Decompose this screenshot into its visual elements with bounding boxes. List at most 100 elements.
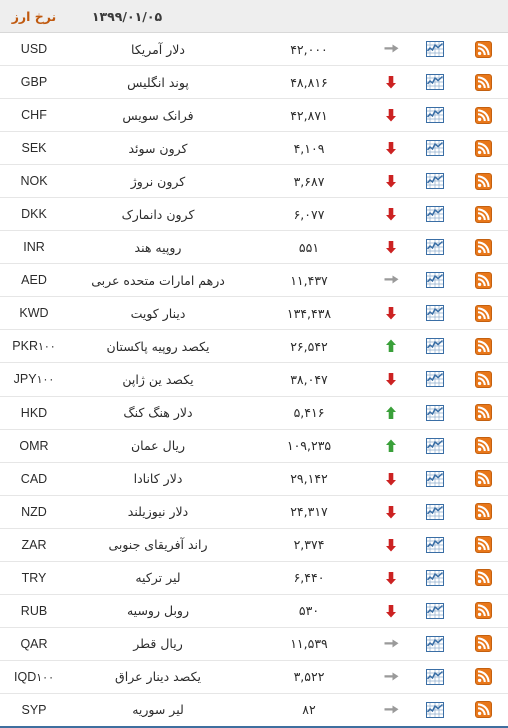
rss-feed-icon[interactable]	[458, 370, 508, 388]
price-chart-icon[interactable]	[412, 470, 458, 487]
currency-name: پوند انگلیس	[127, 74, 189, 90]
currency-code: SYP	[21, 702, 47, 717]
price-chart-icon[interactable]	[412, 74, 458, 91]
currency-code: QAR	[20, 636, 48, 651]
rss-feed-icon[interactable]	[458, 602, 508, 620]
rss-feed-icon[interactable]	[458, 304, 508, 322]
arrow-down-icon	[370, 75, 412, 89]
currency-code: CAD	[20, 471, 48, 486]
arrow-right-icon	[370, 43, 412, 55]
price-chart-icon[interactable]	[412, 338, 458, 355]
rss-feed-icon[interactable]	[458, 106, 508, 124]
price-chart-icon[interactable]	[412, 701, 458, 718]
price-chart-icon[interactable]	[412, 272, 458, 289]
price-chart-icon[interactable]	[412, 305, 458, 322]
table-row[interactable]: GBP پوند انگلیس ۴۸,۸۱۶	[0, 66, 508, 100]
rss-feed-icon[interactable]	[458, 503, 508, 521]
rss-feed-icon[interactable]	[458, 139, 508, 157]
currency-name: روبل روسیه	[126, 603, 189, 619]
price-chart-icon[interactable]	[412, 503, 458, 520]
currency-code: DKK	[21, 207, 47, 222]
rss-feed-icon[interactable]	[458, 40, 508, 58]
table-row[interactable]: QAR ریال قطر ۱۱,۵۳۹	[0, 628, 508, 661]
currency-name: ریال قطر	[133, 636, 183, 652]
price-chart-icon[interactable]	[412, 437, 458, 454]
currency-price: ۴۸,۸۱۶	[290, 74, 328, 90]
table-row[interactable]: PKR۱۰۰ یکصد روپیه پاکستان ۲۶,۵۴۲	[0, 330, 508, 364]
table-row[interactable]: TRY لیر ترکیه ۶,۴۴۰	[0, 562, 508, 595]
price-chart-icon[interactable]	[412, 107, 458, 124]
currency-name: روپیه هند	[134, 239, 182, 255]
currency-code: NOK	[20, 174, 48, 189]
rss-feed-icon[interactable]	[458, 470, 508, 488]
currency-code: GBP	[20, 75, 48, 90]
currency-name: راند آفریقای جنوبی	[108, 537, 208, 553]
currency-name: کرون سوئد	[128, 140, 188, 156]
price-chart-icon[interactable]	[412, 602, 458, 619]
price-chart-icon[interactable]	[412, 41, 458, 58]
rss-feed-icon[interactable]	[458, 404, 508, 422]
arrow-down-icon	[370, 174, 412, 188]
table-row[interactable]: HKD دلار هنگ کنگ ۵,۴۱۶	[0, 397, 508, 430]
rss-feed-icon[interactable]	[458, 437, 508, 455]
rss-feed-icon[interactable]	[458, 635, 508, 653]
price-chart-icon[interactable]	[412, 140, 458, 157]
rss-feed-icon[interactable]	[458, 536, 508, 554]
rss-feed-icon[interactable]	[458, 271, 508, 289]
currency-name: دلار نیوزیلند	[127, 504, 189, 520]
currency-code: JPY۱۰۰	[13, 372, 55, 387]
rss-feed-icon[interactable]	[458, 172, 508, 190]
table-row[interactable]: CAD دلار کانادا ۲۹,۱۴۲	[0, 463, 508, 496]
currency-price: ۳۸,۰۴۷	[290, 371, 328, 387]
table-row[interactable]: NOK کرون نروژ ۳,۶۸۷	[0, 165, 508, 199]
rss-feed-icon[interactable]	[458, 73, 508, 91]
table-row[interactable]: ZAR راند آفریقای جنوبی ۲,۳۷۴	[0, 529, 508, 562]
table-row[interactable]: JPY۱۰۰ یکصد ین ژاپن ۳۸,۰۴۷	[0, 363, 508, 397]
table-row[interactable]: CHF فرانک سویس ۴۲,۸۷۱	[0, 99, 508, 133]
currency-price: ۴۲,۸۷۱	[290, 107, 328, 123]
table-row[interactable]: USD دلار آمریکا ۴۲,۰۰۰	[0, 33, 508, 67]
currency-price: ۶,۴۴۰	[293, 570, 325, 586]
table-row[interactable]: SEK کرون سوئد ۴,۱۰۹	[0, 132, 508, 166]
table-row[interactable]: AED درهم امارات متحده عربی ۱۱,۴۳۷	[0, 264, 508, 298]
rss-feed-icon[interactable]	[458, 701, 508, 719]
price-chart-icon[interactable]	[412, 239, 458, 256]
currency-price: ۱۳۴,۴۳۸	[286, 305, 332, 321]
exchange-rates-panel: نرخ ارز ۱۳۹۹/۰۱/۰۵ USD دلار آمریکا ۴۲,۰۰۰ G…	[0, 0, 508, 728]
currency-price: ۸۲	[302, 702, 316, 718]
rss-feed-icon[interactable]	[458, 205, 508, 223]
currency-name: یکصد روپیه پاکستان	[106, 338, 210, 354]
rss-feed-icon[interactable]	[458, 337, 508, 355]
currency-name: کرون نروژ	[130, 173, 186, 189]
currency-name: یکصد دینار عراق	[115, 669, 201, 685]
price-chart-icon[interactable]	[412, 569, 458, 586]
currency-price: ۶,۰۷۷	[293, 206, 325, 222]
price-chart-icon[interactable]	[412, 206, 458, 223]
rss-feed-icon[interactable]	[458, 238, 508, 256]
table-row[interactable]: DKK کرون دانمارک ۶,۰۷۷	[0, 198, 508, 232]
price-chart-icon[interactable]	[412, 536, 458, 553]
currency-code: NZD	[21, 504, 47, 519]
currency-price: ۲۴,۳۱۷	[290, 504, 328, 520]
price-chart-icon[interactable]	[412, 404, 458, 421]
arrow-right-icon	[370, 671, 412, 683]
table-row[interactable]: SYP لیر سوریه ۸۲	[0, 694, 508, 726]
column-header-date: ۱۳۹۹/۰۱/۰۵	[91, 8, 163, 24]
price-chart-icon[interactable]	[412, 371, 458, 388]
rss-feed-icon[interactable]	[458, 668, 508, 686]
table-row[interactable]: RUB روبل روسیه ۵۳۰	[0, 595, 508, 628]
table-row[interactable]: IQD۱۰۰ یکصد دینار عراق ۳,۵۲۲	[0, 661, 508, 694]
rss-feed-icon[interactable]	[458, 569, 508, 587]
currency-name: دلار هنگ کنگ	[123, 405, 193, 421]
table-row[interactable]: OMR ریال عمان ۱۰۹,۲۳۵	[0, 430, 508, 463]
currency-price: ۱۱,۴۳۷	[290, 272, 328, 288]
arrow-down-icon	[370, 372, 412, 386]
price-chart-icon[interactable]	[412, 635, 458, 652]
table-row[interactable]: KWD دینار کویت ۱۳۴,۴۳۸	[0, 297, 508, 331]
price-chart-icon[interactable]	[412, 668, 458, 685]
table-row[interactable]: NZD دلار نیوزیلند ۲۴,۳۱۷	[0, 496, 508, 529]
currency-name: لیر سوریه	[132, 702, 184, 718]
price-chart-icon[interactable]	[412, 173, 458, 190]
table-row[interactable]: INR روپیه هند ۵۵۱	[0, 231, 508, 265]
currency-name: دلار آمریکا	[131, 41, 185, 57]
